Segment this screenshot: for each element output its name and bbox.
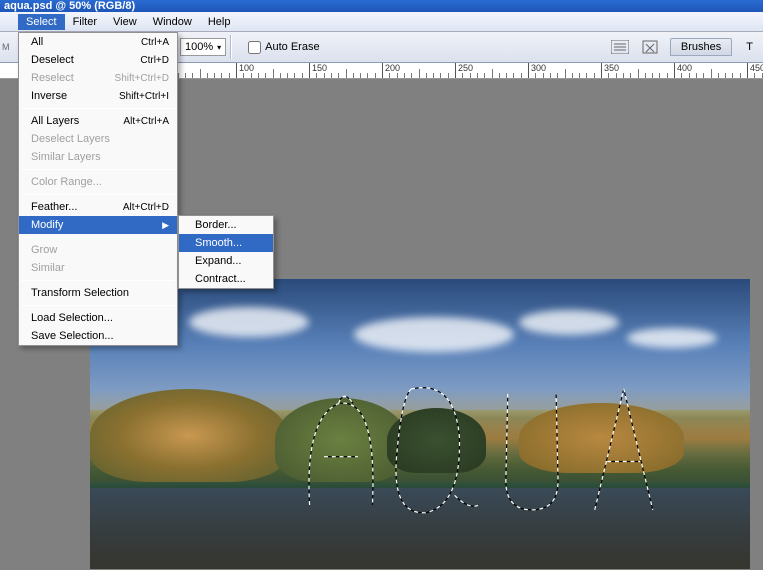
title-bar: aqua.psd @ 50% (RGB/8)	[0, 0, 763, 12]
menu-item-feather[interactable]: Feather...Alt+Ctrl+D	[19, 198, 177, 216]
menu-item-reselect: ReselectShift+Ctrl+D	[19, 69, 177, 87]
document-canvas[interactable]	[90, 279, 750, 569]
palette-toggle-icon[interactable]	[640, 37, 660, 57]
menu-item-grow: Grow	[19, 241, 177, 259]
menu-window[interactable]: Window	[145, 14, 200, 30]
menu-separator	[21, 194, 175, 195]
auto-erase-checkbox[interactable]	[248, 41, 261, 54]
menu-item-color-range: Color Range...	[19, 173, 177, 191]
brushes-palette-tab[interactable]: Brushes	[670, 38, 732, 56]
toolbar-separator	[230, 35, 232, 59]
menu-separator	[21, 280, 175, 281]
menu-separator	[21, 237, 175, 238]
select-menu-dropdown: AllCtrl+ADeselectCtrl+DReselectShift+Ctr…	[18, 32, 178, 346]
menu-filter[interactable]: Filter	[65, 14, 105, 30]
menu-view[interactable]: View	[105, 14, 145, 30]
menu-select[interactable]: Select	[18, 14, 65, 30]
submenu-arrow-icon: ▶	[162, 220, 169, 231]
menu-item-inverse[interactable]: InverseShift+Ctrl+I	[19, 87, 177, 105]
menu-item-all[interactable]: AllCtrl+A	[19, 33, 177, 51]
menu-item-load-selection[interactable]: Load Selection...	[19, 309, 177, 327]
t-tab[interactable]: T	[742, 39, 757, 55]
title-text: aqua.psd @ 50% (RGB/8)	[4, 0, 135, 12]
menu-separator	[21, 169, 175, 170]
submenu-item-contract[interactable]: Contract...	[179, 270, 273, 288]
auto-erase-label: Auto Erase	[265, 41, 319, 53]
auto-erase-option[interactable]: Auto Erase	[248, 41, 319, 54]
menu-help[interactable]: Help	[200, 14, 239, 30]
menu-item-transform-selection[interactable]: Transform Selection	[19, 284, 177, 302]
menu-separator	[21, 305, 175, 306]
submenu-item-border[interactable]: Border...	[179, 216, 273, 234]
menu-item-all-layers[interactable]: All LayersAlt+Ctrl+A	[19, 112, 177, 130]
menu-item-save-selection[interactable]: Save Selection...	[19, 327, 177, 345]
menu-item-deselect-layers: Deselect Layers	[19, 130, 177, 148]
menu-item-similar-layers: Similar Layers	[19, 148, 177, 166]
file-browser-icon[interactable]	[610, 37, 630, 57]
menu-item-deselect[interactable]: DeselectCtrl+D	[19, 51, 177, 69]
menu-item-similar: Similar	[19, 259, 177, 277]
zoom-value: 100%	[185, 41, 213, 53]
submenu-item-smooth[interactable]: Smooth...	[179, 234, 273, 252]
menu-bar: Select Filter View Window Help	[0, 12, 763, 32]
menu-separator	[21, 108, 175, 109]
submenu-item-expand[interactable]: Expand...	[179, 252, 273, 270]
dropdown-arrow-icon: ▾	[217, 43, 221, 52]
menu-item-modify[interactable]: Modify▶	[19, 216, 177, 234]
modify-submenu: Border...Smooth...Expand...Contract...	[178, 215, 274, 289]
zoom-field[interactable]: 100% ▾	[180, 38, 226, 56]
